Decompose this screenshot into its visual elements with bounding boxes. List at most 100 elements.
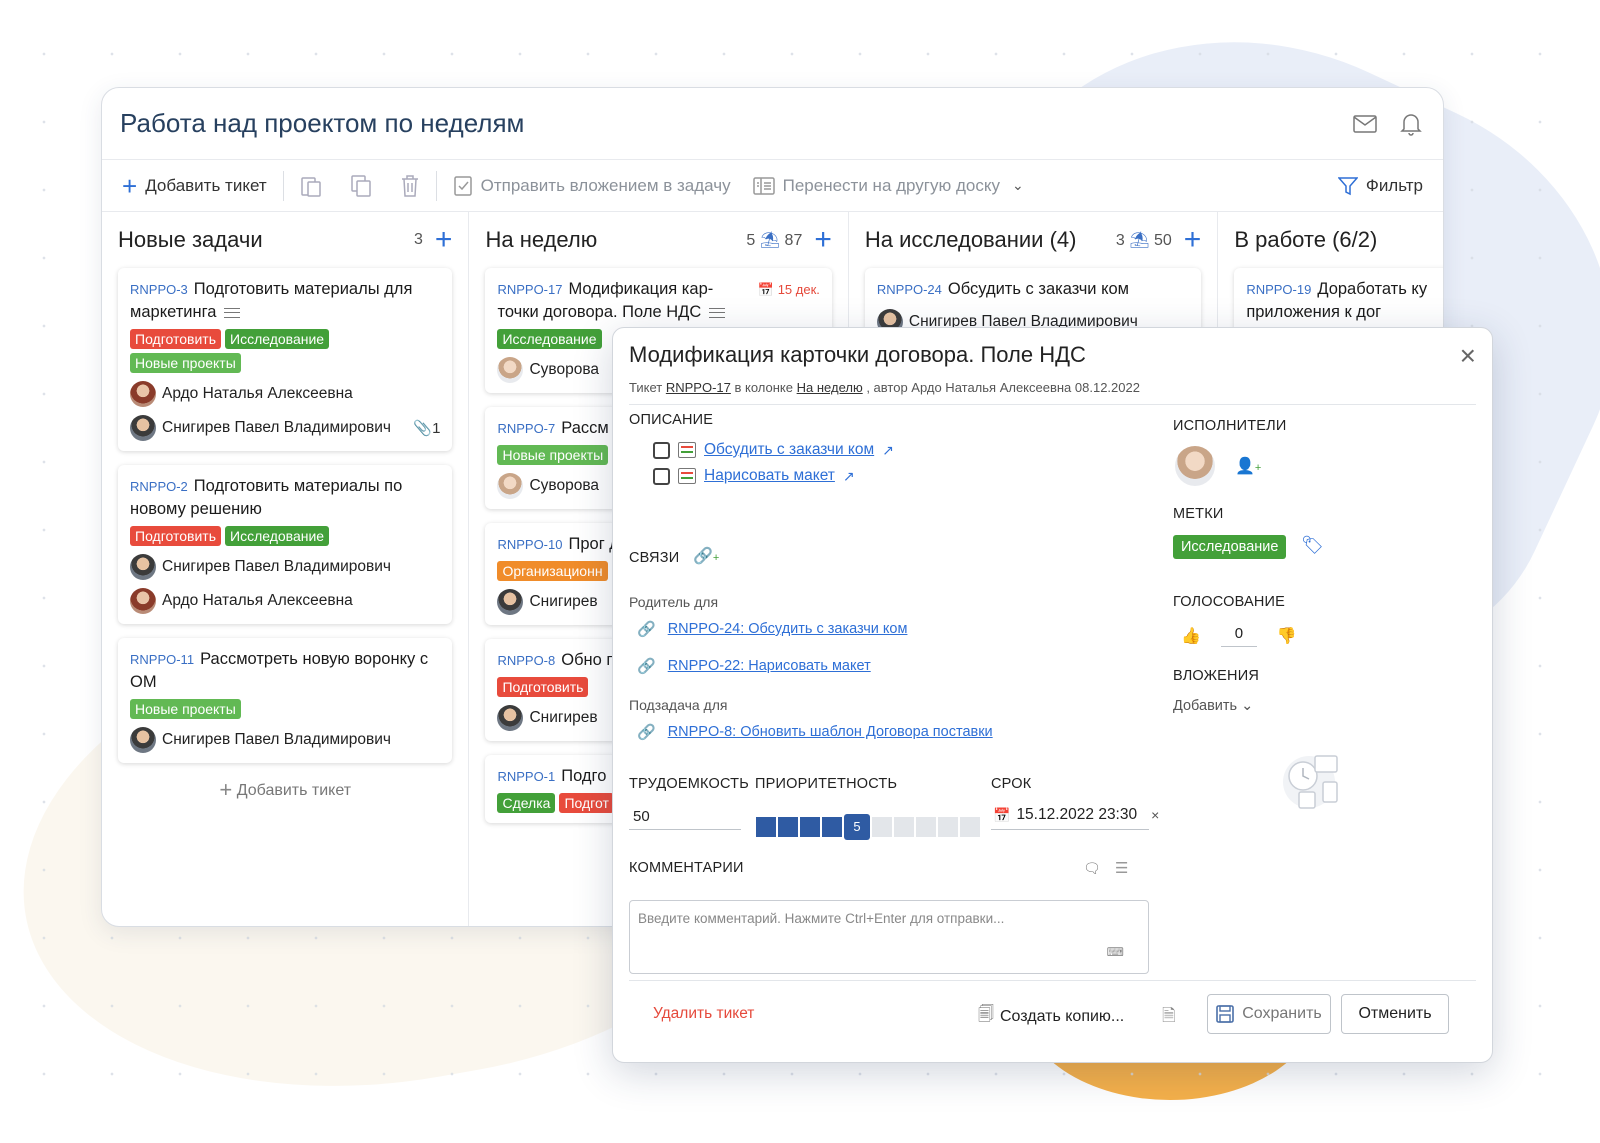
avatar (497, 473, 523, 499)
priority-step[interactable] (894, 817, 914, 837)
user-name: Ардо Наталья Алексеевна (162, 385, 353, 403)
priority-scale[interactable]: 5 (756, 817, 980, 840)
card-user: Снигирев Павел Владимирович (130, 554, 440, 580)
user-name: Снигирев Павел Владимирович (162, 731, 391, 749)
send-attachment-button[interactable]: Отправить вложением в задачу (447, 175, 737, 197)
assignee-avatar[interactable] (1175, 446, 1215, 486)
relation-link[interactable]: RNPPO-22: Нарисовать макет (668, 658, 871, 674)
priority-step[interactable] (800, 817, 820, 837)
priority-step[interactable] (916, 817, 936, 837)
card-user: Снигирев Павел Владимирович (130, 727, 440, 753)
relation-row: 🔗RNPPO-24: Обсудить с заказчи ком (637, 620, 907, 638)
ticket-key: RNPPO-10 (497, 537, 562, 552)
chevron-down-icon: ⌄ (1012, 177, 1024, 194)
copy-icon (350, 174, 372, 198)
column-add-button[interactable]: + (1184, 225, 1202, 255)
column-count: 5 ⛱ 87 (746, 230, 802, 250)
column-title: На исследовании (4) (865, 227, 1116, 253)
move-board-label: Перенести на другую доску (783, 176, 1000, 196)
thumbs-down-icon[interactable]: 👎 (1277, 626, 1297, 646)
comments-label: КОММЕНТАРИИ (629, 860, 744, 876)
add-ticket-button[interactable]: + Добавить тикет (116, 173, 273, 199)
checklist-link[interactable]: Нарисовать макет (704, 467, 835, 485)
delete-ticket-button[interactable]: Удалить тикет (653, 1005, 754, 1023)
list-icon[interactable]: ☰ (1115, 859, 1128, 877)
priority-step[interactable] (822, 817, 842, 837)
column-link[interactable]: На неделю (797, 380, 863, 395)
ticket-card[interactable]: RNPPO-2Подготовить материалы по новому р… (118, 465, 452, 624)
paperclip-icon: 📎 (413, 420, 432, 437)
priority-step[interactable]: 5 (844, 814, 870, 840)
add-ticket-link[interactable]: + Добавить тикет (118, 777, 452, 803)
column-count: 3 (414, 231, 423, 249)
ticket-card[interactable]: RNPPO-11Рассмотреть новую воронку с ОМ Н… (118, 638, 452, 763)
effort-input[interactable]: 50 (633, 808, 650, 825)
checkbox[interactable] (653, 442, 670, 459)
deadline-field[interactable]: 📅 15.12.2022 23:30 × (993, 806, 1159, 824)
card-user: Ардо Наталья Алексеевна (130, 588, 440, 614)
assignees-label: ИСПОЛНИТЕЛИ (1173, 418, 1287, 434)
bell-icon[interactable] (1397, 110, 1425, 138)
board-icon (753, 176, 775, 196)
card-user: Снигирев Павел Владимирович 📎1 (130, 415, 440, 441)
checkbox[interactable] (653, 468, 670, 485)
ticket-card[interactable]: RNPPO-3Подготовить материалы для маркети… (118, 268, 452, 451)
priority-step[interactable] (938, 817, 958, 837)
priority-step[interactable] (778, 817, 798, 837)
divider (629, 404, 1476, 405)
link-icon: 🔗 (637, 723, 656, 741)
priority-step[interactable] (960, 817, 980, 837)
relation-link[interactable]: RNPPO-8: Обновить шаблон Договора постав… (668, 724, 993, 740)
comment-input[interactable]: Введите комментарий. Нажмите Ctrl+Enter … (629, 900, 1149, 974)
column-add-button[interactable]: + (435, 225, 453, 255)
card-title: RNPPO-19Доработать ку приложения к дог (1246, 278, 1443, 324)
voting-control: 👍 0 👎 (1181, 625, 1297, 647)
avatar (130, 588, 156, 614)
filter-label: Фильтр (1366, 176, 1423, 196)
external-link-icon[interactable]: ↗ (882, 442, 894, 459)
priority-step[interactable] (872, 817, 892, 837)
export-icon[interactable]: 🗎 (1162, 1003, 1176, 1032)
external-link-icon[interactable]: ↗ (843, 468, 855, 485)
ticket-key: RNPPO-19 (1246, 282, 1311, 297)
move-board-button[interactable]: Перенести на другую доску ⌄ (747, 176, 1030, 196)
save-button[interactable]: Сохранить (1207, 994, 1331, 1034)
ticket-key: RNPPO-17 (497, 282, 562, 297)
thumbs-up-icon[interactable]: 👍 (1181, 626, 1201, 646)
paste-button[interactable] (294, 174, 328, 198)
keyboard-icon[interactable]: ⌨ (1107, 945, 1124, 959)
column-title: На неделю (485, 227, 746, 253)
close-icon[interactable]: × (1460, 342, 1476, 370)
column-add-button[interactable]: + (814, 225, 832, 255)
avatar (130, 727, 156, 753)
mail-icon[interactable] (1351, 110, 1379, 138)
user-name: Снигирев Павел Владимирович (162, 558, 391, 576)
add-tag-icon[interactable]: 🏷 (1301, 535, 1324, 556)
add-assignee-icon[interactable]: 👤+ (1235, 456, 1261, 476)
add-link-icon[interactable]: 🔗+ (693, 546, 719, 566)
checklist-link[interactable]: Обсудить с заказчи ком (704, 441, 874, 459)
links-label: СВЯЗИ (629, 550, 679, 566)
ticket-key: RNPPO-7 (497, 421, 555, 436)
add-attachment-dropdown[interactable]: Добавить ⌄ (1173, 698, 1253, 714)
tag-research[interactable]: Исследование (1173, 535, 1286, 559)
ticket-key: RNPPO-11 (130, 652, 194, 667)
ticket-link[interactable]: RNPPO-17 (666, 380, 731, 395)
filter-button[interactable]: Фильтр (1332, 176, 1429, 196)
column-header: В работе (6/2) (1234, 212, 1427, 268)
avatar (497, 705, 523, 731)
priority-step[interactable] (756, 817, 776, 837)
relation-row: 🔗 RNPPO-8: Обновить шаблон Договора поста… (637, 723, 993, 741)
tag: Новые проекты (130, 353, 241, 373)
clear-icon[interactable]: × (1151, 807, 1159, 823)
relation-link[interactable]: RNPPO-24: Обсудить с заказчи ком (668, 621, 908, 637)
checklist-item: Обсудить с заказчи ком ↗ (653, 441, 894, 459)
chat-icon[interactable]: 🗨 (1083, 860, 1101, 877)
tag: Организационн (497, 561, 607, 581)
column-title: В работе (6/2) (1234, 227, 1427, 253)
delete-button[interactable] (394, 174, 426, 198)
effort-label: ТРУДОЕМКОСТЬ (629, 776, 749, 792)
cancel-button[interactable]: Отменить (1341, 994, 1449, 1034)
copy-button[interactable] (344, 174, 378, 198)
create-copy-button[interactable]: 🗐 Создать копию... (978, 1003, 1124, 1030)
